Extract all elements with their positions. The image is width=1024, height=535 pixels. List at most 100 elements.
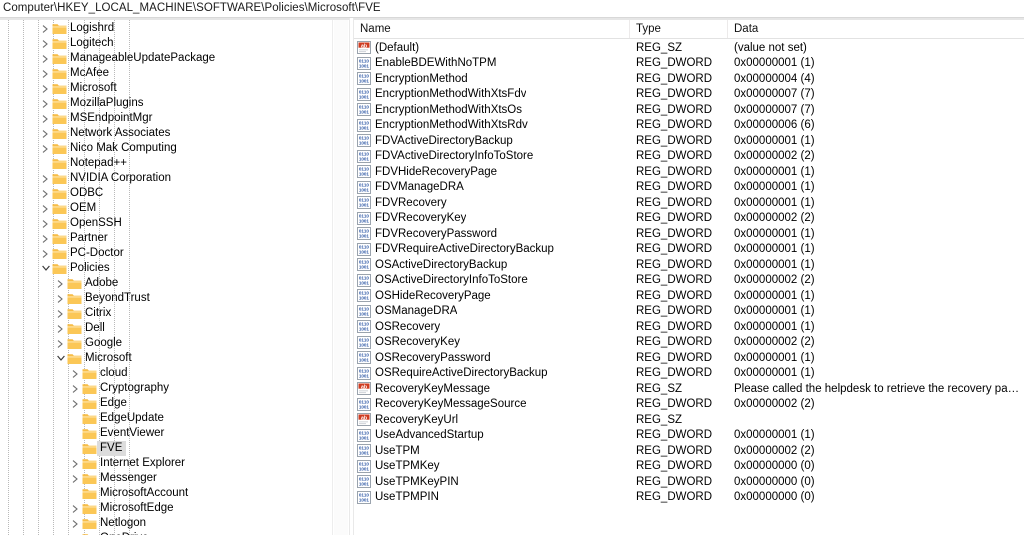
value-row[interactable]: 01 10 10 01 EncryptionMethodWithXtsFdv REG_DW… xyxy=(354,87,1024,103)
tree-item-notepad[interactable]: Notepad++ xyxy=(0,156,349,171)
chevron-right-icon[interactable] xyxy=(54,276,67,291)
tree-item-microsoftaccount[interactable]: MicrosoftAccount xyxy=(0,486,349,501)
chevron-right-icon[interactable] xyxy=(39,201,52,216)
column-header-name[interactable]: Name xyxy=(354,20,630,38)
value-row[interactable]: 01 10 10 01 OSRecoveryPassword REG_DWORD 0x000… xyxy=(354,350,1024,366)
value-row[interactable]: 01 10 10 01 OSRecovery REG_DWORD 0x00000001 (1… xyxy=(354,319,1024,335)
value-name-cell[interactable]: 01 10 10 01 FDVActiveDirectoryBackup xyxy=(354,134,630,148)
value-row[interactable]: 01 10 10 01 FDVRecoveryPassword REG_DWORD 0x00… xyxy=(354,226,1024,242)
tree-item-logitech[interactable]: Logitech xyxy=(0,36,349,51)
value-name-cell[interactable]: 01 10 10 01 EncryptionMethodWithXtsOs xyxy=(354,103,630,117)
value-name-cell[interactable]: 01 10 10 01 OSActiveDirectoryInfoToStore xyxy=(354,273,630,287)
value-row[interactable]: 01 10 10 01 RecoveryKeyMessageSource REG_DWOR… xyxy=(354,397,1024,413)
registry-key-tree[interactable]: Logishrd Logitech ManageableUpdatePackage M… xyxy=(0,20,349,535)
tree-item-cloud[interactable]: cloud xyxy=(0,366,349,381)
tree-item-adobe[interactable]: Adobe xyxy=(0,276,349,291)
value-name-cell[interactable]: 01 10 10 01 FDVRecovery xyxy=(354,196,630,210)
tree-item-microsoftedge[interactable]: MicrosoftEdge xyxy=(0,501,349,516)
chevron-right-icon[interactable] xyxy=(69,501,82,516)
tree-item-manageableupdatepackage[interactable]: ManageableUpdatePackage xyxy=(0,51,349,66)
value-row[interactable]: 01 10 10 01 EnableBDEWithNoTPM REG_DWORD 0x000… xyxy=(354,56,1024,72)
value-row[interactable]: 01 10 10 01 EncryptionMethodWithXtsRdv REG_DW… xyxy=(354,118,1024,134)
chevron-right-icon[interactable] xyxy=(54,321,67,336)
tree-item-google[interactable]: Google xyxy=(0,336,349,351)
value-name-cell[interactable]: 01 10 10 01 UseTPMKeyPIN xyxy=(354,475,630,489)
value-row[interactable]: 01 10 10 01 OSManageDRA REG_DWORD 0x00000001 (… xyxy=(354,304,1024,320)
value-row[interactable]: 01 10 10 01 OSRecoveryKey REG_DWORD 0x00000002… xyxy=(354,335,1024,351)
registry-address-bar[interactable]: Computer\HKEY_LOCAL_MACHINE\SOFTWARE\Pol… xyxy=(0,0,1024,18)
tree-item-internet-explorer[interactable]: Internet Explorer xyxy=(0,456,349,471)
chevron-right-icon[interactable] xyxy=(39,81,52,96)
value-row[interactable]: 01 10 10 01 FDVRequireActiveDirectoryBackup R… xyxy=(354,242,1024,258)
value-row[interactable]: 01 10 10 01 FDVRecovery REG_DWORD 0x00000001 (… xyxy=(354,195,1024,211)
chevron-right-icon[interactable] xyxy=(39,231,52,246)
tree-item-eventviewer[interactable]: EventViewer xyxy=(0,426,349,441)
tree-item-network-associates[interactable]: Network Associates xyxy=(0,126,349,141)
value-name-cell[interactable]: 01 10 10 01 UseAdvancedStartup xyxy=(354,428,630,442)
chevron-right-icon[interactable] xyxy=(39,111,52,126)
value-row[interactable]: 01 10 10 01 OSRequireActiveDirectoryBackup RE… xyxy=(354,366,1024,382)
chevron-right-icon[interactable] xyxy=(69,531,82,535)
tree-item-oem[interactable]: OEM xyxy=(0,201,349,216)
tree-item-microsoft[interactable]: Microsoft xyxy=(0,351,349,366)
value-name-cell[interactable]: 01 10 10 01 FDVRequireActiveDirectoryBackup xyxy=(354,242,630,256)
value-name-cell[interactable]: 01 10 10 01 OSRecovery xyxy=(354,320,630,334)
chevron-right-icon[interactable] xyxy=(54,306,67,321)
chevron-right-icon[interactable] xyxy=(39,66,52,81)
value-row[interactable]: ab (Default) REG_SZ (value not set) xyxy=(354,40,1024,56)
tree-item-microsoft[interactable]: Microsoft xyxy=(0,81,349,96)
value-name-cell[interactable]: ab RecoveryKeyUrl xyxy=(354,413,630,427)
tree-item-nvidia-corporation[interactable]: NVIDIA Corporation xyxy=(0,171,349,186)
chevron-right-icon[interactable] xyxy=(69,471,82,486)
tree-item-partner[interactable]: Partner xyxy=(0,231,349,246)
tree-item-mozillaplugins[interactable]: MozillaPlugins xyxy=(0,96,349,111)
tree-item-edge[interactable]: Edge xyxy=(0,396,349,411)
tree-item-policies[interactable]: Policies xyxy=(0,261,349,276)
chevron-right-icon[interactable] xyxy=(39,171,52,186)
value-row[interactable]: ab RecoveryKeyMessage REG_SZ Please called … xyxy=(354,381,1024,397)
value-name-cell[interactable]: 01 10 10 01 OSHideRecoveryPage xyxy=(354,289,630,303)
tree-item-nico-mak-computing[interactable]: Nico Mak Computing xyxy=(0,141,349,156)
tree-vertical-scrollbar[interactable] xyxy=(332,20,349,535)
tree-item-logishrd[interactable]: Logishrd xyxy=(0,21,349,36)
value-name-cell[interactable]: 01 10 10 01 FDVManageDRA xyxy=(354,180,630,194)
tree-item-pc-doctor[interactable]: PC-Doctor xyxy=(0,246,349,261)
chevron-right-icon[interactable] xyxy=(39,141,52,156)
value-name-cell[interactable]: 01 10 10 01 FDVRecoveryKey xyxy=(354,211,630,225)
value-name-cell[interactable]: 01 10 10 01 OSRecoveryKey xyxy=(354,335,630,349)
value-row[interactable]: 01 10 10 01 EncryptionMethod REG_DWORD 0x00000… xyxy=(354,71,1024,87)
chevron-right-icon[interactable] xyxy=(69,456,82,471)
tree-item-openssh[interactable]: OpenSSH xyxy=(0,216,349,231)
value-row[interactable]: 01 10 10 01 UseTPMPIN REG_DWORD 0x00000000 (0) xyxy=(354,490,1024,506)
tree-item-beyondtrust[interactable]: BeyondTrust xyxy=(0,291,349,306)
value-row[interactable]: 01 10 10 01 EncryptionMethodWithXtsOs REG_DWO… xyxy=(354,102,1024,118)
chevron-right-icon[interactable] xyxy=(39,216,52,231)
chevron-right-icon[interactable] xyxy=(39,21,52,36)
value-row[interactable]: 01 10 10 01 FDVHideRecoveryPage REG_DWORD 0x00… xyxy=(354,164,1024,180)
chevron-right-icon[interactable] xyxy=(39,186,52,201)
chevron-right-icon[interactable] xyxy=(54,291,67,306)
value-name-cell[interactable]: 01 10 10 01 FDVRecoveryPassword xyxy=(354,227,630,241)
tree-item-msendpointmgr[interactable]: MSEndpointMgr xyxy=(0,111,349,126)
tree-item-odbc[interactable]: ODBC xyxy=(0,186,349,201)
value-row[interactable]: 01 10 10 01 FDVRecoveryKey REG_DWORD 0x0000000… xyxy=(354,211,1024,227)
value-name-cell[interactable]: 01 10 10 01 OSManageDRA xyxy=(354,304,630,318)
value-name-cell[interactable]: 01 10 10 01 EnableBDEWithNoTPM xyxy=(354,56,630,70)
value-row[interactable]: 01 10 10 01 UseTPM REG_DWORD 0x00000002 (2) xyxy=(354,443,1024,459)
value-name-cell[interactable]: 01 10 10 01 UseTPM xyxy=(354,444,630,458)
value-name-cell[interactable]: 01 10 10 01 EncryptionMethodWithXtsRdv xyxy=(354,118,630,132)
value-row[interactable]: 01 10 10 01 UseTPMKeyPIN REG_DWORD 0x00000000 … xyxy=(354,474,1024,490)
value-name-cell[interactable]: 01 10 10 01 UseTPMKey xyxy=(354,459,630,473)
value-row[interactable]: 01 10 10 01 OSActiveDirectoryBackup REG_DWORD… xyxy=(354,257,1024,273)
value-name-cell[interactable]: 01 10 10 01 OSRecoveryPassword xyxy=(354,351,630,365)
tree-item-onedrive[interactable]: OneDrive xyxy=(0,531,349,535)
tree-item-mcafee[interactable]: McAfee xyxy=(0,66,349,81)
value-row[interactable]: 01 10 10 01 FDVActiveDirectoryBackup REG_DWOR… xyxy=(354,133,1024,149)
chevron-right-icon[interactable] xyxy=(39,96,52,111)
chevron-right-icon[interactable] xyxy=(69,381,82,396)
chevron-down-icon[interactable] xyxy=(39,261,52,276)
value-row[interactable]: ab RecoveryKeyUrl REG_SZ xyxy=(354,412,1024,428)
tree-item-messenger[interactable]: Messenger xyxy=(0,471,349,486)
chevron-right-icon[interactable] xyxy=(54,336,67,351)
chevron-down-icon[interactable] xyxy=(54,351,67,366)
